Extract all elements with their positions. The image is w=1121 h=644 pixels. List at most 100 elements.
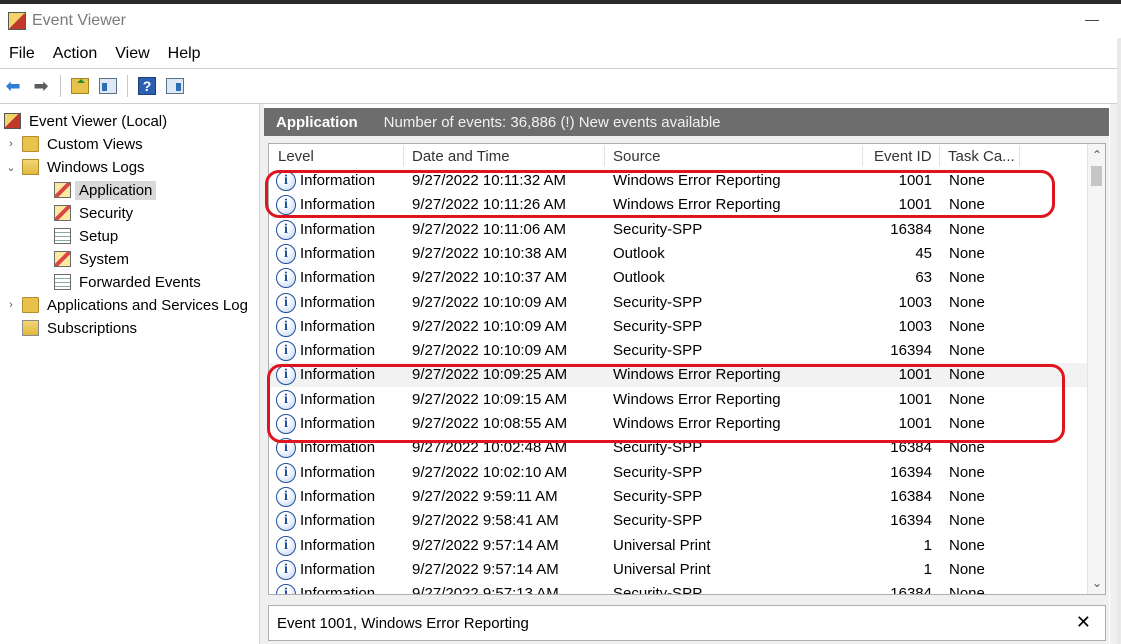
close-icon[interactable]: ✕ (1076, 612, 1091, 633)
table-row[interactable]: i Information 9/27/2022 9:57:13 AM Security… (269, 582, 1089, 595)
table-row[interactable]: i Information 9/27/2022 10:02:48 AM Securit… (269, 436, 1089, 460)
chevron-right-icon[interactable]: › (4, 138, 18, 150)
column-separator (1019, 146, 1020, 166)
cell-task-category: None (949, 269, 985, 287)
menu-help[interactable]: Help (159, 45, 210, 63)
table-row[interactable]: i Information 9/27/2022 9:57:14 AM Universa… (269, 558, 1089, 582)
subscriptions-icon (22, 320, 39, 336)
cell-source: Windows Error Reporting (613, 196, 781, 214)
navigation-tree: Event Viewer (Local) › Custom Views ⌄ Wi… (0, 108, 258, 644)
tree-item-forwarded-events[interactable]: Forwarded Events (54, 271, 201, 293)
cell-date-time: 9/27/2022 10:11:06 AM (412, 220, 567, 238)
up-folder-button[interactable] (69, 75, 91, 97)
menu-view[interactable]: View (106, 45, 158, 63)
cell-task-category: None (949, 244, 985, 262)
table-row[interactable]: i Information 9/27/2022 10:09:15 AM Windows… (269, 388, 1089, 412)
menu-file[interactable]: File (0, 45, 44, 63)
minimize-button[interactable] (1085, 14, 1101, 26)
menu-bar: File Action View Help (0, 40, 210, 68)
vertical-scrollbar[interactable]: ⌃ ⌄ (1087, 144, 1105, 594)
chevron-right-icon[interactable]: › (4, 299, 18, 311)
table-row[interactable]: i Information 9/27/2022 10:10:09 AM Securit… (269, 315, 1089, 339)
table-row[interactable]: i Information 9/27/2022 10:10:37 AM Outlook… (269, 266, 1089, 290)
tree-item-subscriptions[interactable]: Subscriptions (22, 317, 137, 339)
cell-source: Security-SPP (613, 220, 703, 238)
tree-item-label: Setup (79, 227, 119, 245)
table-row[interactable]: i Information 9/27/2022 10:10:38 AM Outlook… (269, 242, 1089, 266)
cell-level: Information (300, 172, 376, 189)
show-hide-action-pane-button[interactable] (164, 75, 186, 97)
event-detail-header: Event 1001, Windows Error Reporting ✕ (268, 605, 1106, 641)
show-hide-tree-button[interactable] (97, 75, 119, 97)
scroll-up-icon[interactable]: ⌃ (1088, 146, 1105, 164)
cell-level: Information (300, 342, 376, 360)
tree-item-root[interactable]: Event Viewer (Local) (4, 110, 167, 132)
cell-level: Information (300, 317, 376, 335)
cell-level: Information (300, 439, 376, 457)
tree-item-windows-logs[interactable]: ⌄ Windows Logs (4, 156, 144, 178)
table-row[interactable]: i Information 9/27/2022 10:09:25 AM Windows… (269, 363, 1089, 388)
log-header: Application Number of events: 36,886 (!)… (264, 108, 1109, 136)
window-edge (1117, 38, 1121, 644)
toolbar-divider (0, 103, 1117, 104)
table-row[interactable]: i Information 9/27/2022 10:02:10 AM Securit… (269, 461, 1089, 485)
main-pane: Application Number of events: 36,886 (!)… (264, 108, 1109, 644)
cell-task-category: None (949, 366, 985, 384)
scroll-thumb[interactable] (1091, 166, 1102, 186)
cell-date-time: 9/27/2022 9:59:11 AM (412, 487, 558, 505)
tree-item-security[interactable]: Security (54, 202, 133, 224)
table-header: Level Date and Time Source Event ID Task… (269, 144, 1089, 168)
events-table: Level Date and Time Source Event ID Task… (268, 143, 1106, 595)
column-level[interactable]: Level (278, 148, 314, 165)
information-icon: i (276, 438, 296, 459)
table-row[interactable]: i Information 9/27/2022 10:10:09 AM Securit… (269, 339, 1089, 363)
table-row[interactable]: i Information 9/27/2022 10:08:55 AM Windows… (269, 412, 1089, 436)
cell-date-time: 9/27/2022 10:02:48 AM (412, 439, 568, 457)
cell-event-id: 1001 (898, 415, 932, 432)
cell-task-category: None (949, 317, 985, 335)
column-source[interactable]: Source (613, 148, 661, 165)
cell-task-category: None (949, 463, 985, 481)
tree-item-applications-and-services[interactable]: › Applications and Services Log (4, 294, 248, 316)
column-date-time[interactable]: Date and Time (412, 148, 510, 165)
cell-level: Information (300, 585, 376, 595)
tree-item-label: Security (79, 204, 134, 222)
scroll-down-icon[interactable]: ⌄ (1088, 574, 1105, 592)
cell-event-id: 63 (915, 269, 932, 287)
log-icon (54, 251, 71, 267)
table-row[interactable]: i Information 9/27/2022 10:10:09 AM Securit… (269, 291, 1089, 315)
tree-item-system[interactable]: System (54, 248, 129, 270)
tree-item-custom-views[interactable]: › Custom Views (4, 133, 142, 155)
cell-level: Information (300, 512, 376, 530)
table-row[interactable]: i Information 9/27/2022 10:11:26 AM Windows… (269, 193, 1089, 217)
back-arrow-icon[interactable]: ⬅ (2, 75, 24, 97)
table-row[interactable]: i Information 9/27/2022 10:11:06 AM Securit… (269, 218, 1089, 242)
cell-task-category: None (949, 439, 985, 457)
cell-task-category: None (949, 585, 985, 595)
tree-item-setup[interactable]: Setup (54, 225, 118, 247)
cell-source: Windows Error Reporting (613, 415, 781, 432)
table-row[interactable]: i Information 9/27/2022 9:58:41 AM Security… (269, 509, 1089, 533)
cell-date-time: 9/27/2022 9:57:14 AM (412, 536, 559, 554)
forward-arrow-icon[interactable]: ➡ (30, 75, 52, 97)
cell-level: Information (300, 244, 376, 262)
column-event-id[interactable]: Event ID (874, 148, 932, 165)
cell-level: Information (300, 463, 376, 481)
help-button[interactable]: ? (136, 75, 158, 97)
table-row[interactable]: i Information 9/27/2022 10:11:32 AM Windows… (269, 169, 1089, 193)
help-icon: ? (138, 77, 156, 95)
chevron-down-icon[interactable]: ⌄ (4, 161, 18, 174)
cell-date-time: 9/27/2022 10:10:37 AM (412, 269, 568, 287)
cell-event-id: 1 (923, 536, 932, 554)
cell-event-id: 16384 (890, 585, 932, 595)
column-task-category[interactable]: Task Ca... (948, 148, 1015, 165)
column-separator (939, 146, 940, 166)
cell-task-category: None (949, 196, 985, 214)
table-row[interactable]: i Information 9/27/2022 9:59:11 AM Security… (269, 485, 1089, 509)
column-separator (604, 146, 605, 166)
cell-task-category: None (949, 390, 985, 408)
tree-item-application[interactable]: Application (54, 179, 157, 201)
table-row[interactable]: i Information 9/27/2022 9:57:14 AM Universa… (269, 534, 1089, 558)
menu-action[interactable]: Action (44, 45, 106, 63)
cell-level: Information (300, 269, 376, 287)
